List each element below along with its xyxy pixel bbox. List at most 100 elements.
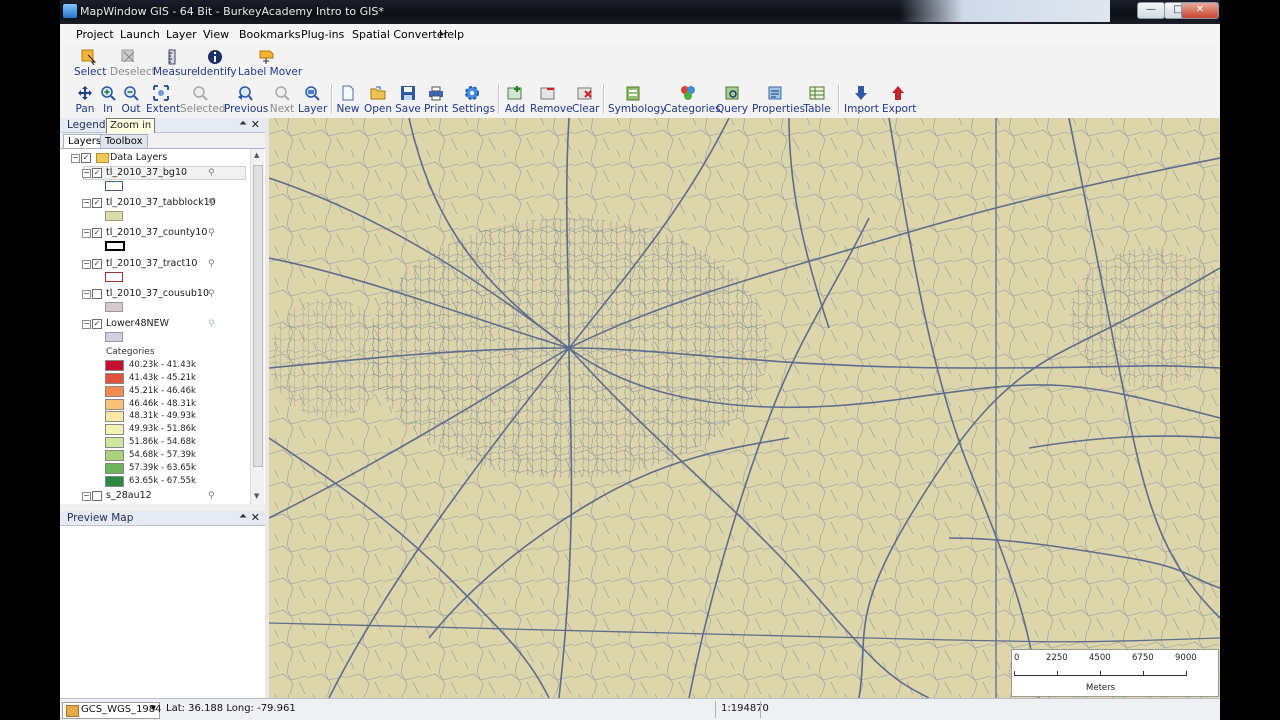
zoom-extent-button[interactable]: Extent xyxy=(146,80,180,116)
open-project-button[interactable]: Open xyxy=(364,80,392,116)
symbology-button[interactable]: Symbology xyxy=(608,80,666,116)
collapse-icon[interactable]: − xyxy=(71,154,80,163)
scroll-up-icon[interactable]: ▲ xyxy=(254,151,259,159)
label-tag-icon[interactable]: ⚲ xyxy=(208,228,218,238)
label-tag-icon[interactable]: ⚲ xyxy=(208,168,218,178)
layer-visibility-checkbox[interactable]: ✓ xyxy=(92,168,102,178)
layer-row-tabblock10[interactable]: − ✓ tl_2010_37_tabblock10 ⚲ xyxy=(60,197,250,222)
printer-icon xyxy=(429,86,443,101)
collapse-icon[interactable]: − xyxy=(82,320,91,329)
new-project-button[interactable]: New xyxy=(336,80,360,116)
menu-project[interactable]: Project xyxy=(76,28,114,41)
remove-layer-button[interactable]: Remove xyxy=(530,80,573,116)
scale-tick-label: 0 xyxy=(1014,653,1020,663)
layer-row-bg10[interactable]: − ✓ tl_2010_37_bg10 ⚲ xyxy=(60,167,250,192)
preview-panel-header: Preview Map ⏶ ✕ xyxy=(60,511,265,526)
layer-visibility-checkbox[interactable]: ✓ xyxy=(92,319,102,329)
legend-close-icon[interactable]: ✕ xyxy=(251,118,260,131)
menu-launch[interactable]: Launch xyxy=(120,28,160,41)
save-project-button[interactable]: Save xyxy=(395,80,421,116)
label-tag-icon[interactable]: ⚲ xyxy=(208,491,218,501)
zoom-out-icon xyxy=(124,86,139,101)
add-layer-button[interactable]: Add xyxy=(503,80,527,116)
legend-scrollbar[interactable]: ▲ ▼ xyxy=(250,149,264,504)
menu-help[interactable]: Help xyxy=(439,28,464,41)
zoom-layer-button[interactable]: Layer xyxy=(298,80,327,116)
label-tag-icon[interactable]: ⚲ xyxy=(208,259,218,269)
preview-map[interactable] xyxy=(60,526,265,698)
query-button[interactable]: Query xyxy=(716,80,748,116)
layer-visibility-checkbox[interactable]: ✓ xyxy=(92,259,102,269)
preview-title: Preview Map xyxy=(67,512,134,524)
layer-name: tl_2010_37_cousub10 xyxy=(106,288,210,299)
pin-icon[interactable]: ⏶ xyxy=(239,511,247,522)
layer-visibility-checkbox[interactable]: ✓ xyxy=(92,198,102,208)
clear-layers-button[interactable]: Clear xyxy=(572,80,599,116)
layer-visibility-checkbox[interactable] xyxy=(92,289,102,299)
preview-close-icon[interactable]: ✕ xyxy=(251,511,260,524)
label-tag-icon[interactable]: ⚲ xyxy=(208,289,218,299)
pin-icon[interactable]: ⏶ xyxy=(239,118,247,129)
attribute-table-button[interactable]: Table xyxy=(802,80,832,116)
settings-button[interactable]: Settings xyxy=(452,80,495,116)
remove-layer-icon xyxy=(540,87,555,100)
scale-bar: 0 2250 4500 6750 9000 Meters xyxy=(1011,649,1219,697)
layer-visibility-checkbox[interactable] xyxy=(92,491,102,501)
map-scale: 1:194870 xyxy=(721,703,769,714)
close-button[interactable]: ✕ xyxy=(1181,2,1219,19)
scroll-thumb[interactable] xyxy=(253,165,263,467)
menu-bookmarks[interactable]: Bookmarks xyxy=(239,28,300,41)
collapse-icon[interactable]: − xyxy=(82,260,91,269)
category-swatch xyxy=(105,360,124,371)
collapse-icon[interactable]: − xyxy=(82,290,91,299)
collapse-icon[interactable]: − xyxy=(82,199,91,208)
zoom-out-button[interactable]: Out xyxy=(120,80,142,116)
group-checkbox[interactable]: ✓ xyxy=(81,153,91,163)
export-button[interactable]: Export xyxy=(882,80,916,116)
chevron-down-icon[interactable]: ▼ xyxy=(151,704,156,712)
menu-plugins[interactable]: Plug-ins xyxy=(301,28,344,41)
layer-row-cousub10[interactable]: − tl_2010_37_cousub10 ⚲ xyxy=(60,288,250,313)
open-folder-icon xyxy=(370,86,386,100)
select-button[interactable]: Select xyxy=(74,44,106,78)
pan-button[interactable]: Pan xyxy=(74,80,96,116)
projection-select[interactable]: GCS_WGS_1984 ▼ xyxy=(62,702,162,719)
print-button[interactable]: Print xyxy=(424,80,448,116)
menu-view[interactable]: View xyxy=(203,28,229,41)
menu-layer[interactable]: Layer xyxy=(166,28,197,41)
map-canvas[interactable]: 0 2250 4500 6750 9000 Meters xyxy=(269,118,1220,698)
layer-row-tract10[interactable]: − ✓ tl_2010_37_tract10 ⚲ xyxy=(60,258,250,283)
layer-visibility-checkbox[interactable]: ✓ xyxy=(92,228,102,238)
properties-button[interactable]: Properties xyxy=(752,80,805,116)
identify-button[interactable]: Identify xyxy=(197,44,237,78)
window-title: MapWindow GIS - 64 Bit - BurkeyAcademy I… xyxy=(80,5,384,18)
label-tag-icon[interactable]: ⚲ xyxy=(208,319,218,329)
query-icon xyxy=(725,86,739,100)
layer-row-county10[interactable]: − ✓ tl_2010_37_county10 ⚲ xyxy=(60,227,250,252)
collapse-icon[interactable]: − xyxy=(82,492,91,501)
layer-row-s-28au12[interactable]: − s_28au12 ⚲ xyxy=(60,490,250,503)
minimize-button[interactable]: — xyxy=(1137,2,1165,19)
layer-row-lower48new[interactable]: − ✓ Lower48NEW ⚲ xyxy=(60,318,250,343)
category-label: 48.31k - 49.93k xyxy=(129,411,196,421)
zoom-in-button[interactable]: In xyxy=(98,80,118,116)
collapse-icon[interactable]: − xyxy=(82,229,91,238)
zoom-previous-button[interactable]: Previous xyxy=(224,80,268,116)
measure-button[interactable]: Measure xyxy=(153,44,198,78)
scroll-down-icon[interactable]: ▼ xyxy=(254,492,259,500)
tab-toolbox[interactable]: Toolbox xyxy=(100,134,148,148)
layer-swatch xyxy=(105,302,123,312)
menu-spatial-converter[interactable]: Spatial Converter xyxy=(352,28,448,41)
label-tag-icon[interactable]: ⚲ xyxy=(208,198,218,208)
zoom-selected-button[interactable]: Selected xyxy=(180,80,226,116)
deselect-button[interactable]: Deselect xyxy=(110,44,156,78)
zoom-next-button[interactable]: Next xyxy=(268,80,296,116)
group-data-layers[interactable]: − ✓ Data Layers xyxy=(60,152,250,165)
collapse-icon[interactable]: − xyxy=(82,169,91,178)
app-icon xyxy=(63,4,77,18)
import-button[interactable]: Import xyxy=(844,80,879,116)
categories-button[interactable]: Categories xyxy=(664,80,721,116)
label-mover-button[interactable]: Label Mover xyxy=(238,44,302,78)
category-swatch xyxy=(105,463,124,474)
category-label: 57.39k - 63.65k xyxy=(129,463,196,473)
